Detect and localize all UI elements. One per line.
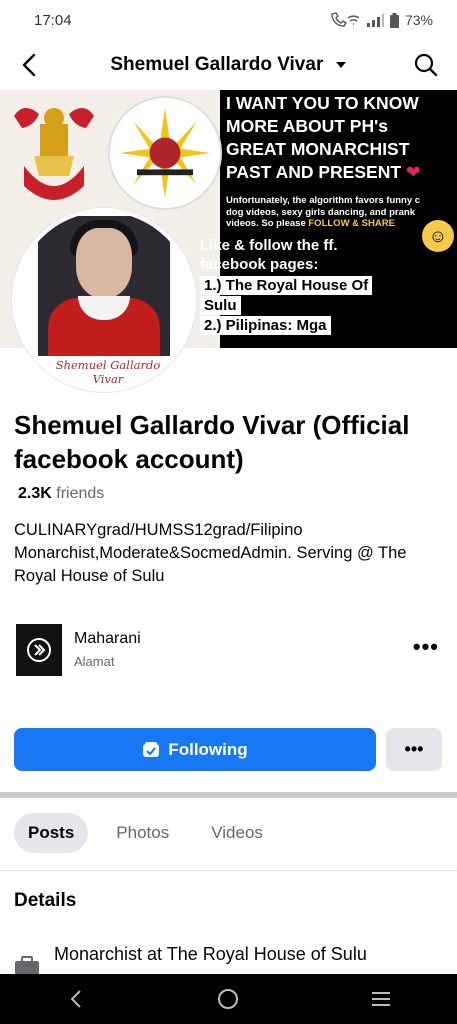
nav-home-button[interactable]	[198, 979, 258, 1019]
nav-back-icon	[70, 990, 81, 1008]
more-options-button[interactable]: •••	[386, 728, 442, 771]
avatar-face	[76, 228, 132, 298]
cover-page-list: 1.) The Royal House Of Sulu 2.) Pilipina…	[200, 276, 457, 336]
battery-level: 73%	[404, 12, 433, 28]
friends-number: 2.3K	[18, 485, 52, 502]
tab-videos[interactable]: Videos	[197, 813, 277, 853]
friends-count[interactable]: 2.3K friends	[18, 485, 104, 503]
cover-like-line: facebook pages:	[200, 256, 319, 273]
cover-small-line: Unfortunately, the algorithm favors funn…	[226, 195, 421, 206]
profile-bio: CULINARYgrad/HUMSS12grad/Filipino Monarc…	[14, 521, 407, 585]
cover-headline-line: MORE ABOUT PH's	[226, 116, 388, 136]
following-icon	[143, 741, 160, 757]
song-title: Maharani	[74, 630, 141, 647]
heart-icon: ❤	[405, 162, 421, 182]
profile-music[interactable]: Maharani Alamat •••	[16, 624, 441, 680]
tab-photos[interactable]: Photos	[102, 813, 183, 853]
nav-home-icon	[218, 989, 239, 1009]
profile-picture[interactable]: Shemuel Gallardo Vivar	[12, 208, 196, 392]
search-button[interactable]	[411, 50, 441, 80]
status-bar: 17:04 73%	[0, 0, 457, 40]
section-divider	[0, 792, 457, 798]
profile-switcher[interactable]: Shemuel Gallardo Vivar	[0, 54, 457, 76]
status-icons: 73%	[330, 12, 433, 28]
caret-down-icon	[335, 61, 346, 68]
avatar-photo	[38, 216, 170, 356]
sun-seal-icon	[108, 96, 222, 210]
album-art	[16, 624, 62, 676]
cover-list-item: 2.) Pilipinas: Mga	[200, 316, 331, 335]
cover-headline-line: I WANT YOU TO KNOW	[226, 93, 419, 113]
details-heading: Details	[14, 890, 77, 911]
nav-back-button[interactable]	[46, 979, 106, 1019]
cover-small-text: Unfortunately, the algorithm favors funn…	[226, 195, 457, 230]
cover-highlight-text: FOLLOW & SHARE	[308, 218, 395, 229]
cover-like-line: Like & follow the ff.	[200, 237, 338, 254]
system-nav-bar	[0, 974, 457, 1024]
cover-headline-line: GREAT MONARCHIST	[226, 139, 410, 159]
briefcase-icon	[15, 956, 39, 975]
avatar-signature: Shemuel Gallardo Vivar	[55, 358, 161, 386]
top-bar: Shemuel Gallardo Vivar	[0, 40, 457, 90]
cover-headline-line: PAST AND PRESENT ❤	[226, 161, 457, 184]
cover-like-text: Like & follow the ff. facebook pages:	[200, 236, 457, 274]
play-icon	[27, 638, 51, 662]
detail-work: Monarchist at The Royal House of Sulu	[14, 944, 444, 975]
following-button[interactable]: Following	[14, 728, 376, 771]
royal-crest-icon	[14, 107, 94, 200]
profile-name: Shemuel Gallardo Vivar (Official faceboo…	[14, 410, 410, 474]
tab-posts[interactable]: Posts	[14, 813, 89, 853]
header-title: Shemuel Gallardo Vivar	[110, 54, 324, 75]
detail-work-text: Monarchist at The Royal House of Sulu	[54, 944, 367, 964]
music-more-button[interactable]: •••	[413, 636, 439, 658]
search-icon	[414, 53, 438, 77]
nav-recents-icon	[371, 992, 390, 1006]
status-time: 17:04	[34, 11, 72, 29]
cover-small-line: dog videos, sexy girls dancing, and pran…	[226, 206, 415, 218]
cover-headline-text: PAST AND PRESENT	[226, 162, 402, 182]
cover-list-item: 1.) The Royal House Of	[200, 276, 373, 295]
song-artist: Alamat	[74, 654, 115, 669]
following-label: Following	[168, 739, 248, 759]
cover-headline: I WANT YOU TO KNOW MORE ABOUT PH's GREAT…	[226, 92, 457, 184]
call-wifi-icon	[331, 12, 360, 27]
profile-tabs: Posts Photos Videos	[14, 812, 277, 854]
signal-icon	[366, 14, 384, 27]
cover-small-text-part: videos. So please	[226, 218, 306, 229]
cover-list-item: Sulu	[200, 296, 241, 315]
tabs-separator	[0, 870, 457, 871]
battery-icon	[389, 12, 399, 28]
friends-label: friends	[56, 485, 105, 502]
cover-small-line: videos. So please FOLLOW & SHARE	[226, 218, 457, 230]
nav-recents-button[interactable]	[351, 979, 411, 1019]
